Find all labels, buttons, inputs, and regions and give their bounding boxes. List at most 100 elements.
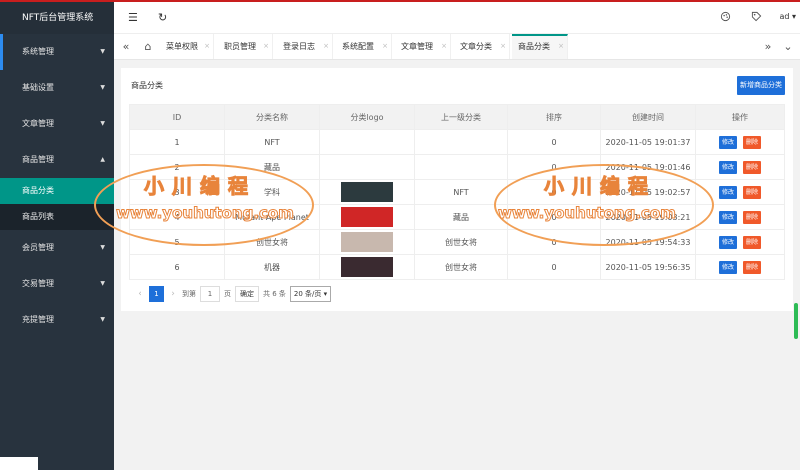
watermark-text-url: www.youhutong.com	[116, 204, 295, 223]
col-header-actions: 操作	[695, 104, 785, 130]
delete-button[interactable]: 删除	[743, 135, 761, 149]
tab-label: 商品分类	[518, 42, 550, 51]
delete-button[interactable]: 删除	[743, 185, 761, 199]
cell-logo	[319, 254, 415, 280]
menu-toggle-icon[interactable]: ☰	[128, 11, 138, 24]
close-icon[interactable]: ×	[323, 34, 329, 59]
cell-logo	[319, 204, 415, 230]
tab-scroll-left-icon[interactable]: «	[116, 34, 136, 59]
tab-bar: « ⌂ 菜单权限 × 职员管理 × 登录日志 × 系统配置 × 文章管理 × 文…	[114, 34, 800, 60]
edit-button[interactable]: 修改	[719, 260, 737, 274]
category-logo-image	[341, 257, 393, 277]
close-icon[interactable]: ×	[558, 36, 564, 57]
delete-button[interactable]: 删除	[743, 235, 761, 249]
table-header-row: ID 分类名称 分类logo 上一级分类 排序 创建时间 操作	[129, 104, 785, 130]
col-header-parent: 上一级分类	[414, 104, 508, 130]
add-category-button[interactable]: 新增商品分类	[737, 76, 785, 95]
sidebar-item-label: 充提管理	[22, 315, 54, 324]
col-header-created: 创建时间	[600, 104, 696, 130]
sidebar-item-deposit-withdraw[interactable]: 充提管理 ▼	[0, 302, 114, 338]
tab-label: 系统配置	[342, 42, 374, 51]
cell-sort: 0	[507, 254, 601, 280]
tab-product-category[interactable]: 商品分类 ×	[512, 34, 568, 59]
category-logo-image	[341, 182, 393, 202]
top-accent-line	[0, 0, 800, 2]
sidebar-item-articles[interactable]: 文章管理 ▼	[0, 106, 114, 142]
edit-button[interactable]: 修改	[719, 210, 737, 224]
sidebar-item-trades[interactable]: 交易管理 ▼	[0, 266, 114, 302]
current-page[interactable]: 1	[149, 286, 164, 302]
table-row: 6 机器 创世女将 0 2020-11-05 19:56:35 修改 删除	[129, 254, 785, 280]
sidebar-item-products[interactable]: 商品管理 ▲	[0, 142, 114, 178]
close-icon[interactable]: ×	[382, 34, 388, 59]
top-header: ☰ ↻ ad ▾	[114, 2, 800, 34]
home-icon[interactable]: ⌂	[138, 34, 158, 59]
cell-parent	[414, 154, 508, 180]
prev-page-icon[interactable]: ‹	[135, 289, 145, 299]
close-icon[interactable]: ×	[263, 34, 269, 59]
user-menu[interactable]: ad ▾	[779, 12, 796, 21]
tab-more-icon[interactable]: ⌄	[778, 34, 798, 59]
col-header-sort: 排序	[507, 104, 601, 130]
tab-login-log[interactable]: 登录日志 ×	[277, 34, 333, 59]
scrollbar-thumb[interactable]	[794, 303, 798, 339]
edit-button[interactable]: 修改	[719, 235, 737, 249]
sidebar-item-members[interactable]: 会员管理 ▼	[0, 230, 114, 266]
tab-label: 文章管理	[401, 42, 433, 51]
theme-icon[interactable]	[720, 11, 731, 25]
goto-confirm-button[interactable]: 确定	[235, 286, 259, 302]
tab-articles[interactable]: 文章管理 ×	[395, 34, 451, 59]
tab-label: 文章分类	[460, 42, 492, 51]
sidebar-item-label: 文章管理	[22, 119, 54, 128]
chevron-down-icon: ▼	[100, 280, 105, 287]
chevron-down-icon: ▼	[100, 316, 105, 323]
cell-parent	[414, 129, 508, 155]
sidebar-item-label: 系统管理	[22, 47, 54, 56]
sidebar-item-label: 商品管理	[22, 155, 54, 164]
tab-staff[interactable]: 职员管理 ×	[218, 34, 273, 59]
chevron-down-icon: ▼	[100, 120, 105, 127]
col-header-logo: 分类logo	[319, 104, 415, 130]
edit-button[interactable]: 修改	[719, 160, 737, 174]
category-logo-image	[341, 232, 393, 252]
goto-label: 到第	[182, 290, 196, 298]
sidebar-item-basic-settings[interactable]: 基础设置 ▼	[0, 70, 114, 106]
cell-id: 6	[129, 254, 225, 280]
tab-label: 菜单权限	[166, 42, 198, 51]
tab-label: 登录日志	[283, 42, 315, 51]
cell-parent: 创世女将	[414, 229, 508, 255]
chevron-up-icon: ▲	[100, 156, 105, 163]
tab-article-category[interactable]: 文章分类 ×	[454, 34, 510, 59]
cell-logo	[319, 129, 415, 155]
watermark-text-cn: 小川编程	[144, 174, 256, 199]
close-icon[interactable]: ×	[204, 34, 210, 59]
cell-actions: 修改 删除	[695, 254, 785, 280]
sidebar-bottom-block	[0, 457, 38, 470]
cell-name: 机器	[224, 254, 320, 280]
cell-actions: 修改 删除	[695, 154, 785, 180]
edit-button[interactable]: 修改	[719, 135, 737, 149]
page-size-select[interactable]: 20 条/页 ▾	[289, 286, 332, 302]
tab-menu-permission[interactable]: 菜单权限 ×	[160, 34, 214, 59]
close-icon[interactable]: ×	[500, 34, 506, 59]
delete-button[interactable]: 删除	[743, 210, 761, 224]
refresh-icon[interactable]: ↻	[158, 11, 167, 24]
sidebar-item-system[interactable]: 系统管理 ▼	[0, 34, 114, 70]
next-page-icon[interactable]: ›	[168, 289, 178, 299]
chevron-down-icon: ▼	[100, 48, 105, 55]
cell-parent: 创世女将	[414, 254, 508, 280]
cell-sort: 0	[507, 129, 601, 155]
goto-page-input[interactable]: 1	[200, 286, 220, 302]
cell-logo	[319, 154, 415, 180]
cell-created: 2020-11-05 19:56:35	[600, 254, 696, 280]
cell-logo	[319, 179, 415, 205]
tag-icon[interactable]	[751, 11, 762, 25]
page-title: 商品分类	[131, 81, 163, 90]
close-icon[interactable]: ×	[441, 34, 447, 59]
tab-label: 职员管理	[224, 42, 256, 51]
tab-system-config[interactable]: 系统配置 ×	[336, 34, 392, 59]
tab-scroll-right-icon[interactable]: »	[758, 34, 778, 59]
edit-button[interactable]: 修改	[719, 185, 737, 199]
delete-button[interactable]: 删除	[743, 260, 761, 274]
delete-button[interactable]: 删除	[743, 160, 761, 174]
